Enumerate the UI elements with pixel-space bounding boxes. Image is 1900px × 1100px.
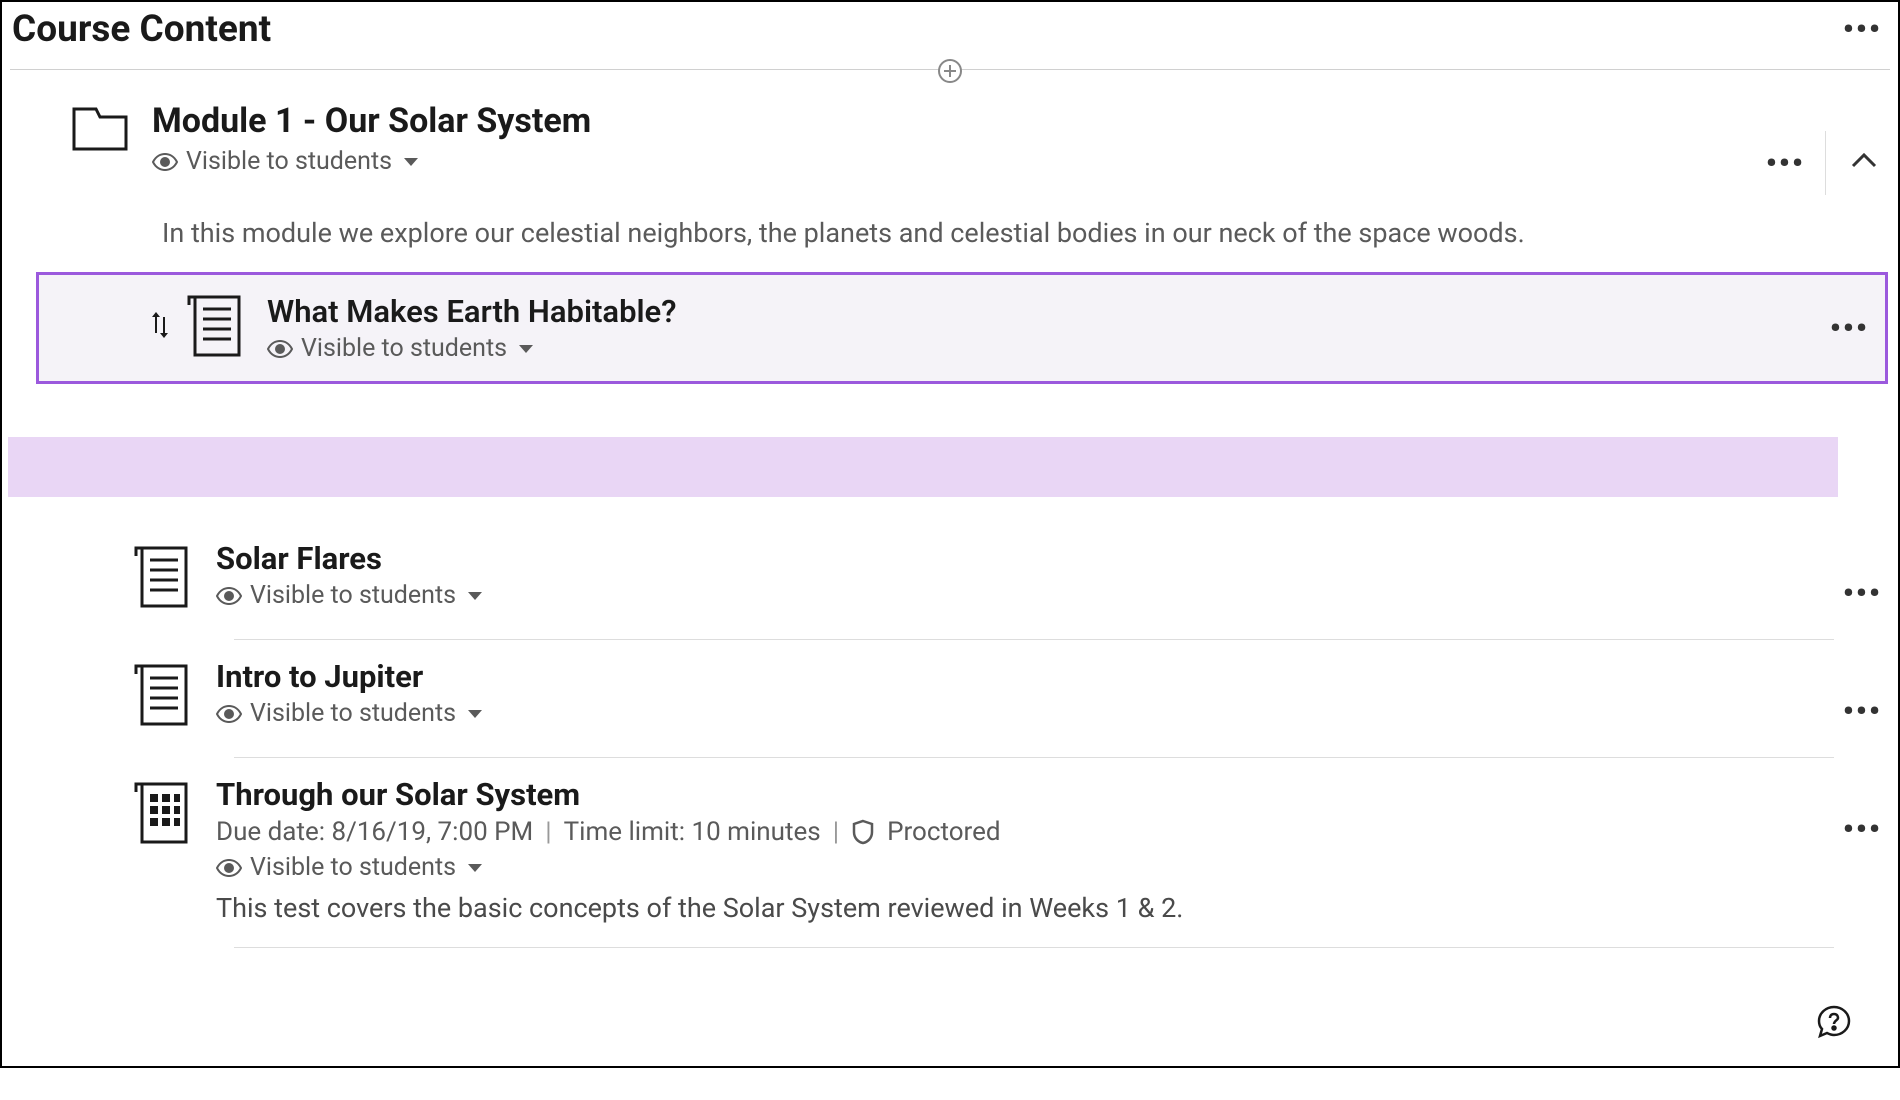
eye-icon: [152, 153, 178, 171]
document-icon: [132, 542, 194, 616]
eye-icon: [216, 705, 242, 723]
shield-icon: [851, 819, 875, 845]
module-header: Module 1 - Our Solar System Visible to s…: [2, 83, 1898, 203]
visibility-label: Visible to students: [186, 147, 392, 176]
drop-zone-indicator: [8, 437, 1838, 497]
visibility-label: Visible to students: [250, 853, 456, 882]
item-visibility-dropdown[interactable]: Visible to students: [216, 581, 1843, 610]
caret-down-icon: [404, 158, 418, 166]
item-title: Intro to Jupiter: [216, 658, 1843, 695]
time-limit: Time limit: 10 minutes: [564, 817, 821, 847]
item-visibility-dropdown[interactable]: Visible to students: [216, 699, 1843, 728]
module-visibility-dropdown[interactable]: Visible to students: [152, 147, 1766, 176]
eye-icon: [216, 587, 242, 605]
caret-down-icon: [468, 592, 482, 600]
content-item[interactable]: Through our Solar System Due date: 8/16/…: [2, 758, 1898, 948]
item-more-icon[interactable]: •••: [1843, 576, 1882, 611]
collapse-module-button[interactable]: [1846, 148, 1882, 178]
module-description: In this module we explore our celestial …: [2, 203, 1898, 253]
item-more-icon[interactable]: •••: [1843, 694, 1882, 729]
item-title: Through our Solar System: [216, 776, 1843, 813]
proctored-label: Proctored: [887, 817, 1001, 847]
due-date: Due date: 8/16/19, 7:00 PM: [216, 817, 533, 847]
page-more-icon[interactable]: •••: [1843, 12, 1882, 47]
item-more-icon[interactable]: •••: [1843, 812, 1882, 847]
page-title: Course Content: [12, 8, 271, 51]
caret-down-icon: [468, 864, 482, 872]
eye-icon: [216, 859, 242, 877]
item-more-icon[interactable]: •••: [1830, 311, 1869, 346]
item-visibility-dropdown[interactable]: Visible to students: [216, 853, 1843, 882]
item-meta: Due date: 8/16/19, 7:00 PM | Time limit:…: [216, 817, 1843, 847]
content-item[interactable]: Intro to Jupiter Visible to students •••: [2, 640, 1898, 758]
add-content-button[interactable]: [938, 59, 962, 83]
item-title: Solar Flares: [216, 540, 1843, 577]
dragged-content-item[interactable]: What Makes Earth Habitable? Visible to s…: [36, 272, 1888, 384]
caret-down-icon: [519, 345, 533, 353]
help-icon[interactable]: [1816, 1004, 1852, 1044]
item-description: This test covers the basic concepts of t…: [216, 892, 1843, 924]
module-title[interactable]: Module 1 - Our Solar System: [152, 101, 1766, 141]
document-icon: [185, 291, 247, 365]
drag-handle-icon[interactable]: [149, 312, 171, 344]
test-icon: [132, 778, 194, 852]
content-item[interactable]: Solar Flares Visible to students •••: [2, 522, 1898, 640]
caret-down-icon: [468, 710, 482, 718]
visibility-label: Visible to students: [301, 334, 507, 363]
visibility-label: Visible to students: [250, 581, 456, 610]
document-icon: [132, 660, 194, 734]
item-visibility-dropdown[interactable]: Visible to students: [267, 334, 1830, 363]
folder-icon: [72, 105, 128, 157]
visibility-label: Visible to students: [250, 699, 456, 728]
module-more-icon[interactable]: •••: [1766, 146, 1805, 181]
separator: [1825, 131, 1826, 195]
item-title: What Makes Earth Habitable?: [267, 293, 1830, 330]
eye-icon: [267, 340, 293, 358]
